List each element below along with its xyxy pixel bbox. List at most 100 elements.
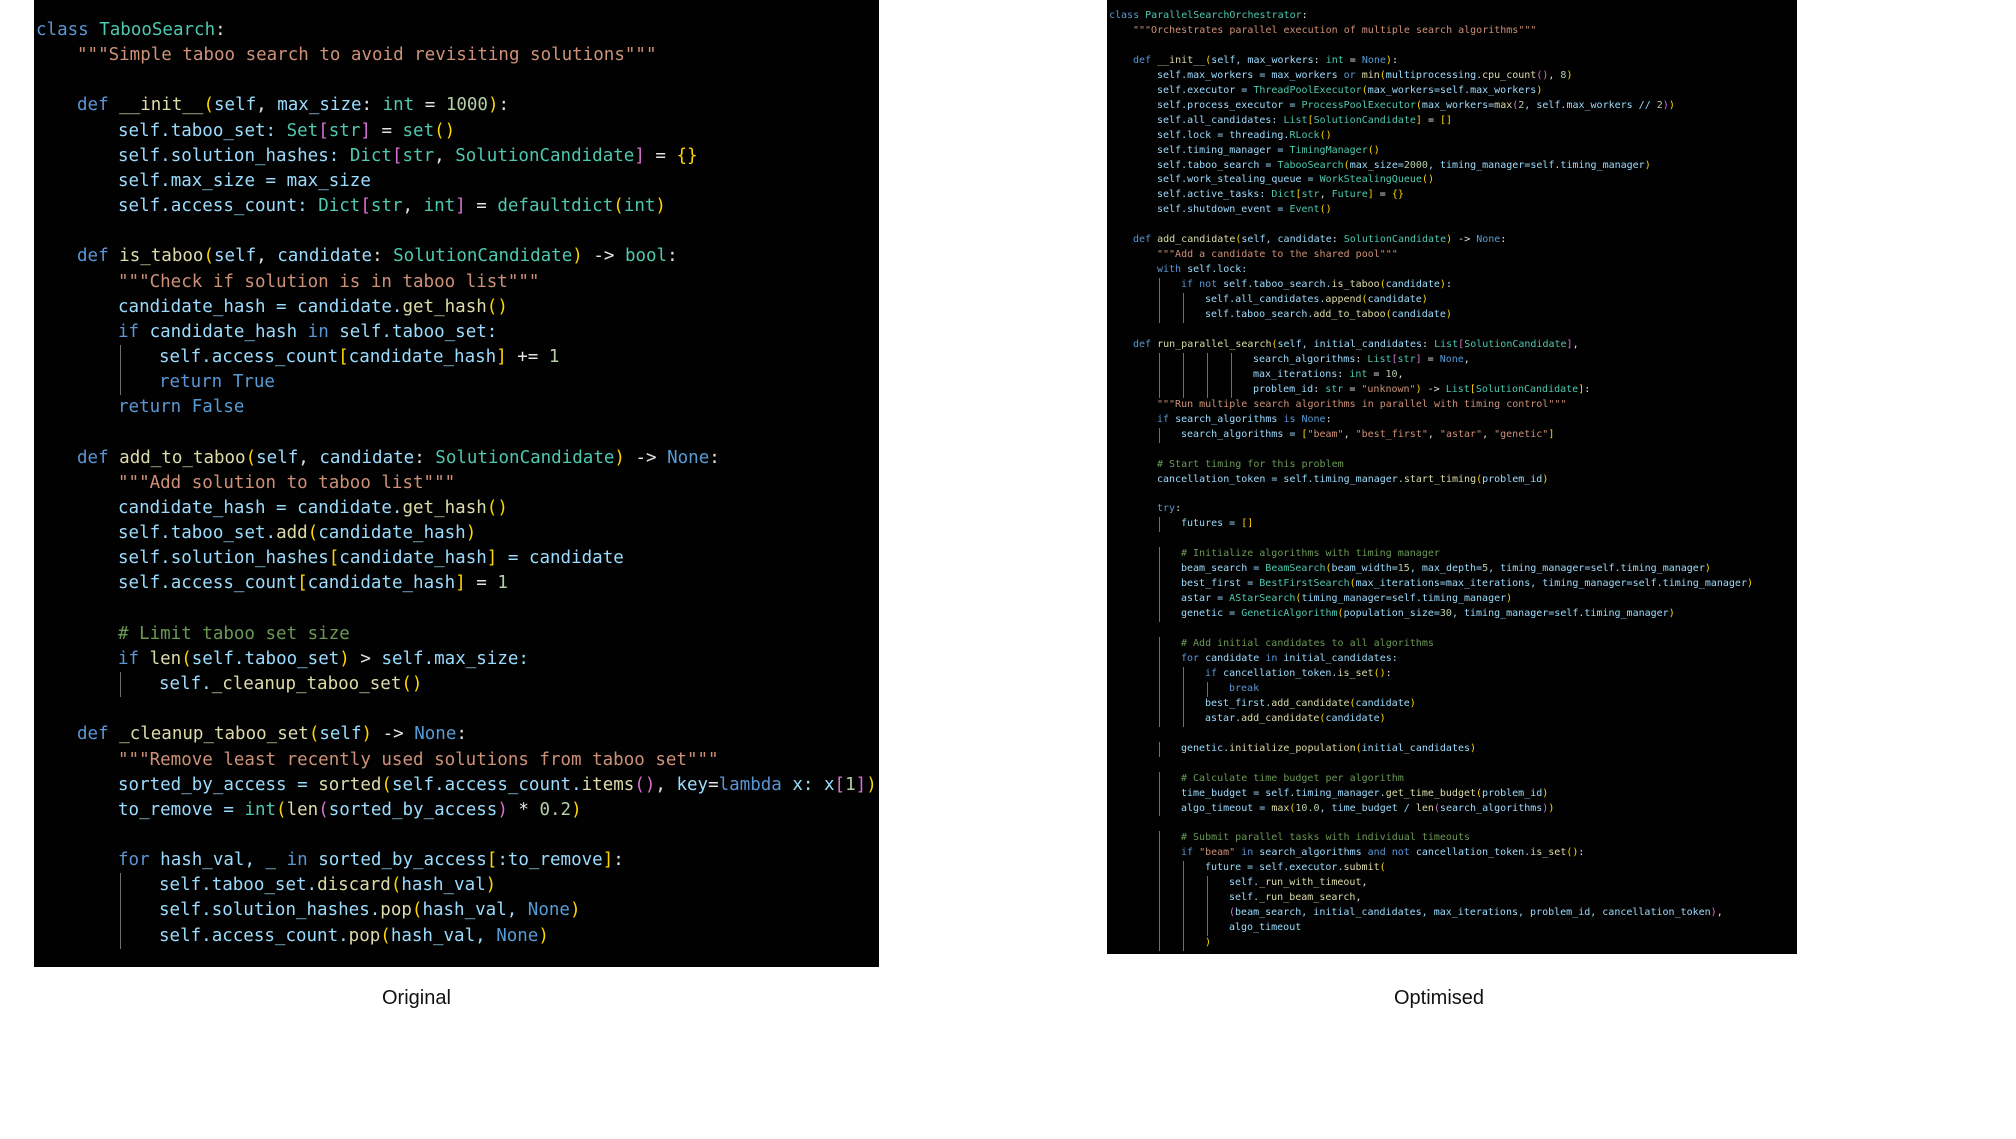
code-token: # Calculate time budget per algorithm [1181,772,1404,784]
code-line: self.lock = threading.RLock() [1109,129,1753,144]
code-token: defaultdict [497,196,614,217]
code-token: max_iterations [1253,368,1338,380]
indent-guide [1159,367,1160,383]
code-token: , [1427,428,1440,440]
code-token: : [1391,54,1398,66]
code-token: : [613,850,624,871]
code-token: is_set [1337,667,1374,679]
indent-guide [1183,906,1184,922]
code-line: (beam_search, initial_candidates, max_it… [1109,906,1753,922]
indent-guide [1183,891,1184,907]
code-line: self.executor = ThreadPoolExecutor(max_w… [1109,84,1753,99]
indent-guide [1207,382,1208,398]
code-token: __init__ [119,95,204,116]
code-token: 10.0 [1295,802,1320,814]
code-token: pop [380,900,412,921]
code-token: self [214,246,257,267]
code-token: __init__ [1157,54,1206,66]
code-token: , [1397,368,1404,380]
code-token: futures = [1181,518,1242,530]
code-token: ( [308,724,320,745]
code-token: """Simple taboo search to avoid revisiti… [77,45,657,66]
code-token: None [496,925,539,946]
indent-guide [1207,876,1208,892]
code-token: () [486,497,508,518]
indent-guide [1159,562,1160,578]
code-token: ) [1668,99,1675,111]
code-token: sorted [318,774,382,795]
code-token: = [1343,383,1362,395]
code-token: and not [1367,847,1416,859]
code-token: = [1373,189,1392,201]
code-token: Event [1289,204,1320,216]
code-line: # Calculate time budget per algorithm [1109,771,1753,787]
code-token: candidate [1391,309,1446,321]
code-token: candidate [277,246,373,267]
indent-guide [1207,367,1208,383]
code-token: () [434,120,456,141]
code-token: len [286,799,319,820]
indent-guide [1159,711,1160,727]
code-token: List [1367,353,1392,365]
code-token: self.lock: [1187,264,1248,276]
code-token: self [159,674,202,695]
code-line: search_algorithms = ["beam", "best_first… [1109,427,1753,443]
code-token: self [191,648,234,669]
code-token: """Add solution to taboo list""" [118,472,456,493]
code-line: genetic.initialize_population(initial_ca… [1109,741,1753,757]
code-token: ) [569,900,581,921]
code-token: search_algorithms [1259,847,1368,859]
indent-guide [1159,382,1160,398]
code-line: """Run multiple search algorithms in par… [1109,398,1753,413]
code-token: population_size= [1343,608,1440,620]
indent-guide [1159,741,1160,757]
code-token: ) [1542,473,1549,485]
code-token: ] [855,774,867,795]
code-token: [ [486,850,498,871]
code-token: discard [317,875,391,896]
code-token: None [1439,353,1464,365]
code-token: : [1422,338,1435,350]
code-token: : [1445,279,1452,291]
code-token: = [1421,353,1440,365]
code-token: initial_candidates [1361,742,1471,754]
indent-guide [1159,921,1160,937]
code-line: self.all_candidates: List[SolutionCandid… [1109,114,1753,129]
code-token: , [1361,877,1368,889]
code-token: , [256,246,278,267]
code-token: ) [1506,593,1513,605]
code-token: .solution_hashes [160,548,329,569]
code-token: add_to_taboo [1313,309,1386,321]
code-token: hash_val, _ [160,850,287,871]
code-line: """Simple taboo search to avoid revisiti… [36,43,877,68]
indent-guide [1183,666,1184,682]
code-token: .taboo_set. [160,523,277,544]
code-line: # Submit parallel tasks with individual … [1109,831,1753,847]
code-token: int [1325,54,1344,66]
code-line: self._cleanup_taboo_set() [36,672,877,698]
code-token: time_budget = self.timing_manager. [1181,787,1386,799]
code-token: class [36,20,100,40]
code-token: .max_size: [423,648,529,669]
code-token: , timing_manager=self.timing_manager [1427,159,1645,171]
code-token: ParallelSearchOrchestrator [1145,10,1302,21]
code-token: self [391,774,435,795]
code-token: : [1301,10,1308,21]
code-token: not [1199,279,1224,291]
code-token: ) [1668,608,1675,620]
code-token: candidate_hash [307,573,456,594]
code-token: [ [834,774,846,795]
code-token: initial_candidates: [1283,652,1398,664]
indent-guide [1183,293,1184,309]
code-token: self.taboo_search. [1223,279,1332,291]
indent-guide [1231,382,1232,398]
code-token: _run_with_timeout [1259,877,1362,889]
code-token: ] [602,850,614,871]
code-token: .solution_hashes. [201,900,381,921]
code-line: self.access_count.pop(hash_val, None) [36,923,877,949]
code-token: ) [487,95,499,116]
